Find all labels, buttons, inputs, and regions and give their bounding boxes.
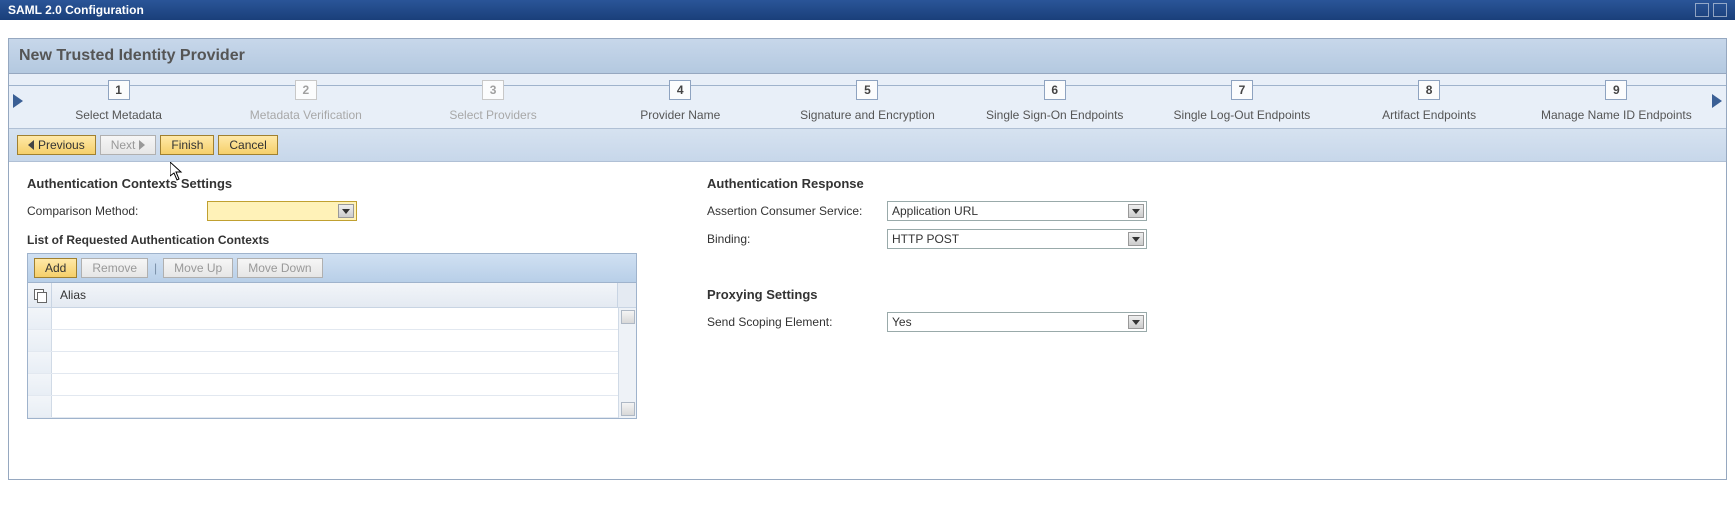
add-button[interactable]: Add — [34, 258, 77, 278]
step-number: 7 — [1231, 80, 1253, 100]
chevron-down-icon — [1128, 232, 1144, 246]
scroll-up-icon[interactable] — [621, 310, 635, 324]
chevron-down-icon — [338, 204, 354, 218]
previous-label: Previous — [38, 138, 85, 152]
step-number: 8 — [1418, 80, 1440, 100]
wizard-nav-bar: Previous Next Finish Cancel — [9, 129, 1726, 162]
step-label: Single Log-Out Endpoints — [1148, 108, 1335, 122]
wizard-roadmap: 1 Select Metadata 2 Metadata Verificatio… — [9, 74, 1726, 129]
titlebar: SAML 2.0 Configuration — [0, 0, 1735, 20]
copy-icon — [34, 289, 46, 301]
right-column: Authentication Response Assertion Consum… — [707, 176, 1708, 419]
scoping-row: Send Scoping Element: Yes — [707, 312, 1708, 332]
comparison-method-label: Comparison Method: — [27, 204, 207, 218]
app-title: SAML 2.0 Configuration — [8, 3, 144, 17]
table-row[interactable] — [28, 374, 618, 396]
wizard-heading: New Trusted Identity Provider — [9, 39, 1726, 74]
step-9[interactable]: 9 Manage Name ID Endpoints — [1523, 80, 1710, 122]
list-auth-contexts-heading: List of Requested Authentication Context… — [27, 233, 647, 247]
scoping-select[interactable]: Yes — [887, 312, 1147, 332]
step-label: Signature and Encryption — [774, 108, 961, 122]
scroll-down-icon[interactable] — [621, 402, 635, 416]
step-7[interactable]: 7 Single Log-Out Endpoints — [1148, 80, 1335, 122]
vertical-scrollbar[interactable] — [618, 308, 636, 418]
roadmap-end-arrow-icon — [1712, 94, 1722, 108]
previous-button[interactable]: Previous — [17, 135, 96, 155]
step-number: 5 — [856, 80, 878, 100]
window-controls — [1695, 3, 1727, 17]
step-number: 3 — [482, 80, 504, 100]
comparison-method-row: Comparison Method: — [27, 201, 647, 221]
step-label: Select Providers — [399, 108, 586, 122]
finish-label: Finish — [171, 138, 203, 152]
chevron-down-icon — [1128, 204, 1144, 218]
step-8[interactable]: 8 Artifact Endpoints — [1336, 80, 1523, 122]
arrow-right-icon — [139, 140, 145, 150]
step-number: 4 — [669, 80, 691, 100]
table-row[interactable] — [28, 352, 618, 374]
table-toolbar: Add Remove | Move Up Move Down — [28, 254, 636, 283]
step-3[interactable]: 3 Select Providers — [399, 80, 586, 122]
binding-value: HTTP POST — [892, 232, 959, 246]
select-all-cell[interactable] — [28, 283, 52, 307]
left-column: Authentication Contexts Settings Compari… — [27, 176, 647, 419]
acs-select[interactable]: Application URL — [887, 201, 1147, 221]
work-area: New Trusted Identity Provider 1 Select M… — [8, 38, 1727, 480]
table-row[interactable] — [28, 396, 618, 418]
step-4[interactable]: 4 Provider Name — [587, 80, 774, 122]
acs-value: Application URL — [892, 204, 978, 218]
step-1[interactable]: 1 Select Metadata — [25, 80, 212, 122]
move-up-button[interactable]: Move Up — [163, 258, 233, 278]
binding-select[interactable]: HTTP POST — [887, 229, 1147, 249]
cancel-button[interactable]: Cancel — [218, 135, 277, 155]
step-5[interactable]: 5 Signature and Encryption — [774, 80, 961, 122]
table-row[interactable] — [28, 308, 618, 330]
arrow-left-icon — [28, 140, 34, 150]
step-label: Provider Name — [587, 108, 774, 122]
comparison-method-select[interactable] — [207, 201, 357, 221]
acs-row: Assertion Consumer Service: Application … — [707, 201, 1708, 221]
cancel-label: Cancel — [229, 138, 266, 152]
step-label: Manage Name ID Endpoints — [1523, 108, 1710, 122]
step-number: 9 — [1605, 80, 1627, 100]
content-area: Authentication Contexts Settings Compari… — [9, 162, 1726, 479]
window-button-2[interactable] — [1713, 3, 1727, 17]
step-number: 1 — [108, 80, 130, 100]
roadmap-start-arrow-icon — [13, 94, 23, 108]
next-button[interactable]: Next — [100, 135, 157, 155]
acs-label: Assertion Consumer Service: — [707, 204, 887, 218]
scoping-label: Send Scoping Element: — [707, 315, 887, 329]
move-down-button[interactable]: Move Down — [237, 258, 322, 278]
finish-button[interactable]: Finish — [160, 135, 214, 155]
step-label: Metadata Verification — [212, 108, 399, 122]
chevron-down-icon — [1128, 315, 1144, 329]
scoping-value: Yes — [892, 315, 912, 329]
binding-label: Binding: — [707, 232, 887, 246]
table-header-row: Alias — [28, 283, 636, 308]
step-2[interactable]: 2 Metadata Verification — [212, 80, 399, 122]
step-label: Artifact Endpoints — [1336, 108, 1523, 122]
binding-row: Binding: HTTP POST — [707, 229, 1708, 249]
step-label: Single Sign-On Endpoints — [961, 108, 1148, 122]
table-row[interactable] — [28, 330, 618, 352]
auth-contexts-table: Add Remove | Move Up Move Down Alias — [27, 253, 637, 419]
next-label: Next — [111, 138, 136, 152]
table-grid: Alias — [28, 283, 636, 418]
step-6[interactable]: 6 Single Sign-On Endpoints — [961, 80, 1148, 122]
window-button-1[interactable] — [1695, 3, 1709, 17]
remove-button[interactable]: Remove — [81, 258, 148, 278]
step-label: Select Metadata — [25, 108, 212, 122]
auth-response-heading: Authentication Response — [707, 176, 1708, 191]
alias-column-header[interactable]: Alias — [52, 283, 618, 307]
auth-contexts-heading: Authentication Contexts Settings — [27, 176, 647, 191]
step-number: 6 — [1044, 80, 1066, 100]
proxying-heading: Proxying Settings — [707, 287, 1708, 302]
step-number: 2 — [295, 80, 317, 100]
toolbar-separator: | — [152, 261, 159, 275]
